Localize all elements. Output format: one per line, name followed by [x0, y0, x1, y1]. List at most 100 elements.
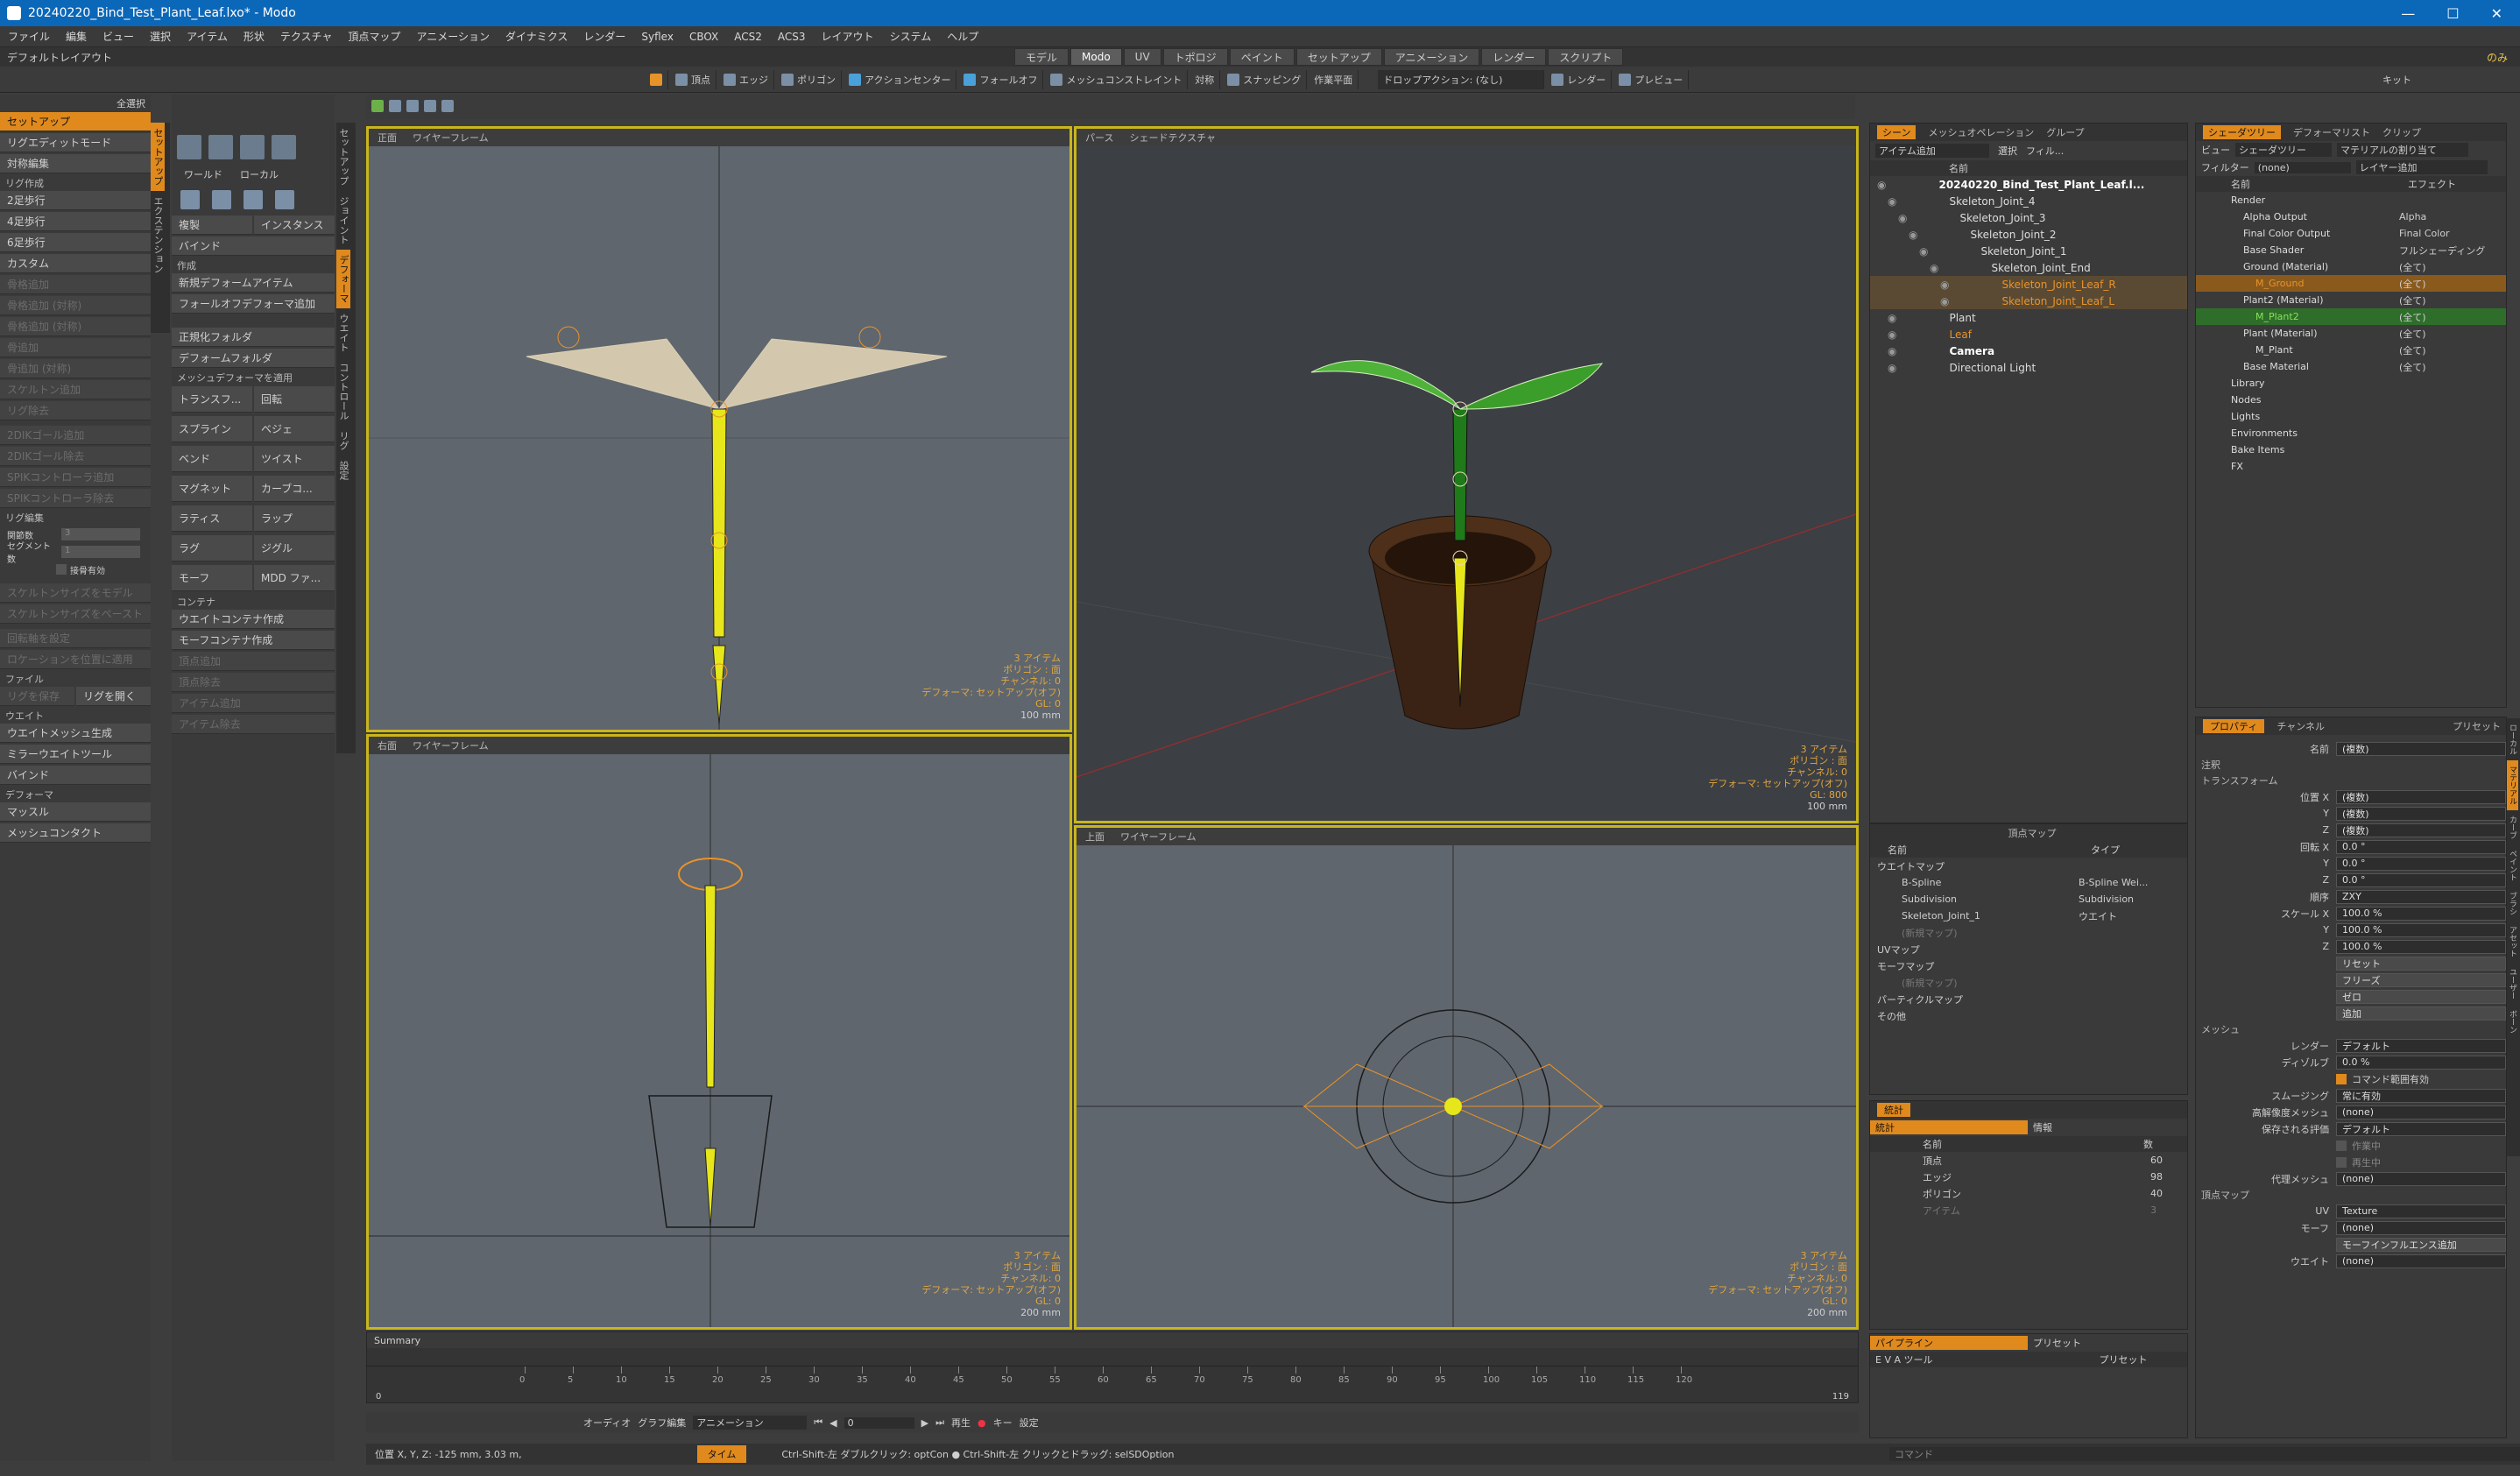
- joint-icon[interactable]: [180, 190, 200, 209]
- bone-icon[interactable]: [212, 190, 231, 209]
- snapping-button[interactable]: スナッピング: [1222, 69, 1308, 89]
- step-forward-icon[interactable]: ▶: [921, 1417, 928, 1429]
- stats-row[interactable]: エッジ 98: [1870, 1169, 2187, 1185]
- scale-field[interactable]: 100.0 %: [2336, 922, 2506, 937]
- skeleton-op-1[interactable]: 骨格追加 (対称): [0, 296, 151, 315]
- shader-tab-1[interactable]: デフォーマリスト: [2293, 125, 2370, 139]
- edge-mode[interactable]: エッジ: [718, 69, 774, 89]
- smooth-select[interactable]: 常に有効: [2336, 1088, 2506, 1103]
- viewport-perspective[interactable]: パース シェードテクスチャ 3 アイテム ポリゴン : 面 チャンネル: 0 デフ…: [1074, 126, 1859, 823]
- playing-checkbox[interactable]: [2336, 1156, 2347, 1168]
- vmap-row[interactable]: パーティクルマップ: [1870, 991, 2187, 1007]
- skeleton-op-4[interactable]: 骨追加 (対称): [0, 359, 151, 378]
- shader-item[interactable]: Final Color Output Final Color: [2196, 225, 2506, 242]
- name-field[interactable]: (複数): [2336, 741, 2506, 756]
- shader-item[interactable]: Render: [2196, 192, 2506, 208]
- shader-item[interactable]: Bake Items: [2196, 441, 2506, 458]
- deformer-item-0[interactable]: マッスル: [0, 802, 151, 822]
- vp-right-mode[interactable]: ワイヤーフレーム: [413, 738, 489, 752]
- kit-button[interactable]: キット: [2382, 73, 2411, 87]
- config-button[interactable]: 設定: [1020, 1416, 1039, 1430]
- transform-op-button[interactable]: フリーズ: [2336, 972, 2506, 987]
- skeleton-op-5[interactable]: スケルトン追加: [0, 380, 151, 399]
- order-select[interactable]: ZXY: [2336, 889, 2506, 904]
- dissolve-field[interactable]: 0.0 %: [2336, 1055, 2506, 1070]
- save-eval-select[interactable]: デフォルト: [2336, 1121, 2506, 1136]
- right-view-canvas[interactable]: [369, 754, 1069, 1327]
- eye-icon[interactable]: ◉: [1919, 245, 1928, 258]
- deformer-bend-button[interactable]: ベンド: [172, 446, 252, 472]
- shader-item[interactable]: Plant2 (Material) (全て): [2196, 292, 2506, 308]
- right-vtab-7[interactable]: ボーン: [2507, 1005, 2518, 1039]
- segment-input[interactable]: 1: [61, 546, 140, 558]
- morph-container-button[interactable]: モーフコンテナ作成: [172, 631, 335, 650]
- stats-tab[interactable]: 統計: [1877, 1103, 1910, 1117]
- scene-item[interactable]: ◉ Skeleton_Joint_Leaf_L: [1870, 293, 2187, 309]
- shader-item[interactable]: Library: [2196, 375, 2506, 392]
- shader-item[interactable]: Nodes: [2196, 392, 2506, 408]
- weight-item-1[interactable]: ミラーウエイトツール: [0, 745, 151, 764]
- skeleton-op-0[interactable]: 骨格追加: [0, 275, 151, 294]
- instance-button[interactable]: インスタンス: [254, 215, 335, 235]
- rewind-icon[interactable]: ⏮: [814, 1416, 822, 1429]
- scene-item[interactable]: ◉ Skeleton_Joint_2: [1870, 226, 2187, 243]
- viewport-front[interactable]: 正面 ワイヤーフレーム 3 アイテム ポリゴン : 面 チャンネル: 0 デフォー…: [366, 126, 1072, 732]
- menu-item-17[interactable]: ヘルプ: [939, 29, 986, 44]
- menu-item-6[interactable]: テクスチャ: [272, 29, 341, 44]
- eye-icon[interactable]: ◉: [1898, 212, 1907, 224]
- shader-item[interactable]: Base Shader フルシェーディング: [2196, 242, 2506, 258]
- falloff-add-select[interactable]: フォールオフデフォーマ追加: [172, 294, 335, 314]
- vmap-row[interactable]: Subdivision Subdivision: [1870, 891, 2187, 907]
- stats-row[interactable]: ポリゴン 40: [1870, 1185, 2187, 1202]
- container-op-1[interactable]: 頂点除去: [172, 673, 335, 692]
- vmap-row[interactable]: B-Spline B-Spline Wei...: [1870, 874, 2187, 891]
- select-all[interactable]: 全選択: [116, 96, 145, 110]
- transform-op-button[interactable]: ゼロ: [2336, 989, 2506, 1004]
- settings-vtab[interactable]: 設定: [336, 456, 350, 485]
- select-button[interactable]: 選択: [1998, 144, 2017, 158]
- sym-edit-button[interactable]: 対称編集: [0, 154, 151, 173]
- setup-button[interactable]: セットアップ: [0, 112, 151, 131]
- menu-item-3[interactable]: 選択: [142, 29, 179, 44]
- preset-tab[interactable]: プリセット: [2028, 1336, 2081, 1350]
- scene-item[interactable]: ◉ Skeleton_Joint_3: [1870, 209, 2187, 226]
- skeleton-op-6[interactable]: リグ除去: [0, 401, 151, 420]
- viewport-top[interactable]: 上面 ワイヤーフレーム 3 アイテム ポリゴン : 面 チャンネル: 0 デフォー…: [1074, 825, 1859, 1330]
- eye-icon[interactable]: ◉: [1909, 229, 1917, 241]
- vp-persp-mode[interactable]: シェードテクスチャ: [1129, 131, 1216, 145]
- menu-item-15[interactable]: レイアウト: [814, 29, 882, 44]
- shader-item[interactable]: Alpha Output Alpha: [2196, 208, 2506, 225]
- action-center-button[interactable]: アクションセンター: [844, 69, 957, 89]
- deformer-bezier-button[interactable]: ベジェ: [254, 416, 335, 442]
- right-vtab-1[interactable]: マテリアル: [2507, 760, 2518, 810]
- material-assign-select[interactable]: マテリアルの割り当て: [2337, 143, 2468, 157]
- rotation-field[interactable]: 0.0 °: [2336, 856, 2506, 871]
- timeline[interactable]: Summary 0 5 10 15 20 25 30 35 40 45 50 55 60 65 70 75 80…: [366, 1331, 1859, 1403]
- vertex-mode[interactable]: 頂点: [670, 69, 716, 89]
- audio-button[interactable]: オーディオ: [583, 1416, 631, 1430]
- hires-select[interactable]: (none): [2336, 1105, 2506, 1119]
- mode-tab-2[interactable]: UV: [1123, 48, 1161, 66]
- menu-item-0[interactable]: ファイル: [0, 29, 58, 44]
- deform-folder-button[interactable]: デフォームフォルダ: [172, 349, 335, 368]
- mode-tab-6[interactable]: アニメーション: [1383, 48, 1480, 66]
- rig-vtab[interactable]: リグ: [336, 426, 350, 456]
- menu-item-2[interactable]: ビュー: [95, 29, 142, 44]
- local-toggle[interactable]: ローカル: [240, 167, 279, 181]
- shader-item[interactable]: FX: [2196, 458, 2506, 475]
- shader-item[interactable]: Lights: [2196, 408, 2506, 425]
- scene-item[interactable]: ◉ Skeleton_Joint_4: [1870, 193, 2187, 209]
- scene-item[interactable]: ◉ Plant: [1870, 309, 2187, 326]
- vmap-row[interactable]: (新規マップ): [1870, 974, 2187, 991]
- weight-container-button[interactable]: ウエイトコンテナ作成: [172, 610, 335, 629]
- mode-tab-8[interactable]: スクリプト: [1548, 48, 1624, 66]
- morph-influence-button[interactable]: モーフインフルエンス追加: [2336, 1237, 2506, 1252]
- world-toggle[interactable]: ワールド: [184, 167, 222, 181]
- perspective-canvas[interactable]: [1076, 146, 1856, 821]
- vp-top-name[interactable]: 上面: [1085, 830, 1105, 844]
- shader-item[interactable]: Base Material (全て): [2196, 358, 2506, 375]
- menu-item-10[interactable]: レンダー: [575, 29, 633, 44]
- polygon-mode[interactable]: ポリゴン: [776, 69, 842, 89]
- workplane-button[interactable]: 作業平面: [1309, 69, 1359, 89]
- transform-icon[interactable]: [272, 135, 296, 159]
